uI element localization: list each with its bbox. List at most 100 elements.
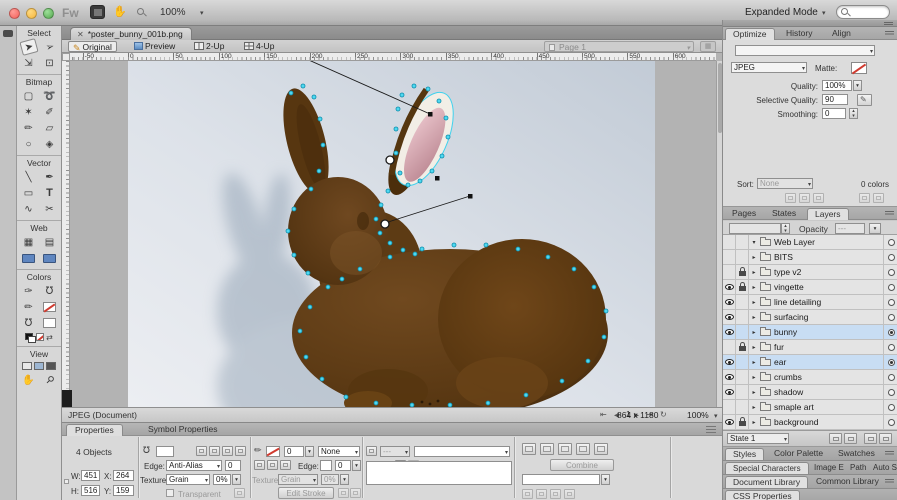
anchor-point[interactable]	[312, 95, 316, 99]
tab-css-properties[interactable]: CSS Properties	[725, 490, 800, 500]
anchor-point[interactable]	[379, 203, 383, 207]
anchor-point[interactable]	[378, 231, 382, 235]
filter-preset-select[interactable]: ---	[380, 446, 410, 457]
layer-row[interactable]: ▸ background	[723, 415, 897, 430]
layer-select-radio[interactable]	[883, 370, 897, 385]
anchor-point[interactable]	[318, 117, 322, 121]
visibility-toggle[interactable]	[723, 250, 736, 265]
full-screen-mode-button[interactable]	[46, 362, 56, 370]
tab-color-palette[interactable]: Color Palette	[767, 448, 830, 460]
layer-row[interactable]: ▸ line detailing	[723, 295, 897, 310]
tab-preview[interactable]: Preview	[130, 41, 179, 52]
dock-handle[interactable]	[3, 30, 13, 37]
zoom-level[interactable]: 100%	[160, 7, 186, 18]
zoom-tool[interactable]: ⚲	[39, 369, 60, 390]
anchor-point[interactable]	[437, 99, 441, 103]
layer-name[interactable]: BITS	[774, 252, 883, 262]
stroke-edge-amount[interactable]: 0	[335, 460, 351, 471]
anchor-point[interactable]	[340, 277, 344, 281]
search-box[interactable]	[836, 5, 890, 19]
layer-select-radio[interactable]	[883, 250, 897, 265]
stroke-align-button[interactable]	[280, 460, 291, 470]
smoothing-stepper[interactable]: ▴▾	[849, 108, 858, 119]
layer-row[interactable]: ▸ bunny	[723, 325, 897, 340]
pointer-tool[interactable]: ➤	[19, 38, 38, 56]
expander-icon[interactable]: ▸	[749, 344, 759, 351]
anchor-point[interactable]	[320, 377, 324, 381]
panel-menu-icon[interactable]	[885, 479, 894, 484]
standard-screen-mode-button[interactable]	[22, 362, 32, 370]
dock-header-bar[interactable]	[723, 20, 897, 27]
fill-option-button[interactable]	[209, 446, 220, 456]
stroke-size-caret[interactable]: ▾	[305, 446, 314, 457]
anchor-point[interactable]	[298, 329, 302, 333]
layer-select-radio[interactable]	[883, 310, 897, 325]
tab-path[interactable]: Path	[847, 462, 869, 474]
tab-styles[interactable]: Styles	[725, 448, 764, 460]
matte-swatch[interactable]	[851, 62, 867, 74]
expander-icon[interactable]: ▸	[749, 404, 759, 411]
layer-name[interactable]: fur	[774, 342, 883, 352]
first-state-button[interactable]: ⇤	[600, 410, 607, 419]
visibility-toggle[interactable]	[723, 265, 736, 280]
layer-name[interactable]: type v2	[774, 267, 883, 277]
anchor-point[interactable]	[388, 241, 392, 245]
anchor-point[interactable]	[306, 271, 310, 275]
layer-row[interactable]: ▸ shadow	[723, 385, 897, 400]
opacity-field[interactable]: ---	[835, 223, 865, 234]
magnifier-icon[interactable]	[137, 8, 146, 17]
x-field[interactable]	[113, 470, 134, 481]
fill-option-button[interactable]	[196, 446, 207, 456]
smoothing-field[interactable]	[822, 108, 846, 119]
full-screen-menu-mode-button[interactable]	[34, 362, 44, 370]
mask-button[interactable]	[522, 443, 536, 455]
tab-image-editing[interactable]: Image E	[811, 462, 847, 474]
filters-list[interactable]	[366, 461, 512, 485]
visibility-toggle[interactable]	[723, 295, 736, 310]
visibility-toggle[interactable]	[723, 310, 736, 325]
layer-select-radio[interactable]	[883, 280, 897, 295]
lock-toggle[interactable]	[736, 415, 749, 430]
default-colors-button[interactable]	[25, 333, 34, 341]
layer-name[interactable]: Web Layer	[774, 237, 883, 247]
stroke-edge-caret[interactable]: ▾	[352, 460, 361, 471]
tab-states[interactable]: States	[765, 208, 803, 220]
fill-color-swatch[interactable]	[156, 446, 174, 457]
brush-tool[interactable]: ✐	[42, 105, 58, 119]
marquee-tool[interactable]: ▢	[21, 89, 37, 103]
expander-icon[interactable]: ▸	[749, 284, 759, 291]
lasso-tool[interactable]: ➰	[42, 89, 58, 103]
slice-tool[interactable]: ▤	[42, 235, 58, 249]
anchor-point[interactable]	[452, 243, 456, 247]
stroke-color-icon[interactable]: ✏	[21, 300, 37, 314]
expander-icon[interactable]: ▸	[749, 314, 759, 321]
tab-align[interactable]: Align	[825, 28, 858, 40]
anchor-point[interactable]	[374, 401, 378, 405]
zoom-status[interactable]: 100%	[687, 410, 709, 420]
tab-swatches[interactable]: Swatches	[831, 448, 882, 460]
anchor-point[interactable]	[484, 243, 488, 247]
window-close-button[interactable]	[9, 8, 20, 19]
layer-select-radio[interactable]	[883, 265, 897, 280]
mask-button[interactable]	[594, 443, 608, 455]
document-tab[interactable]: ✕*poster_bunny_001b.png	[70, 27, 192, 40]
anchor-circle[interactable]	[386, 156, 394, 164]
expander-icon[interactable]: ▸	[749, 389, 759, 396]
expander-icon[interactable]: ▸	[749, 254, 759, 261]
canvas-viewport[interactable]	[70, 61, 716, 407]
anchor-point[interactable]	[524, 393, 528, 397]
pen-tool[interactable]: ✒	[42, 170, 58, 184]
selective-quality-field[interactable]	[822, 94, 848, 105]
layer-row[interactable]: ▸ crumbs	[723, 370, 897, 385]
lock-toggle[interactable]	[736, 235, 749, 250]
bezier-handle[interactable]	[468, 194, 473, 199]
anchor-point[interactable]	[301, 84, 305, 88]
lock-toggle[interactable]	[736, 250, 749, 265]
app-icon[interactable]	[90, 5, 105, 19]
anchor-point[interactable]	[412, 84, 416, 88]
anchor-point[interactable]	[446, 135, 450, 139]
layer-select-radio[interactable]	[883, 355, 897, 370]
layer-row[interactable]: ▸ vingette	[723, 280, 897, 295]
stroke-color-swatch[interactable]	[266, 446, 280, 457]
knife-tool[interactable]: ✂	[42, 202, 58, 216]
